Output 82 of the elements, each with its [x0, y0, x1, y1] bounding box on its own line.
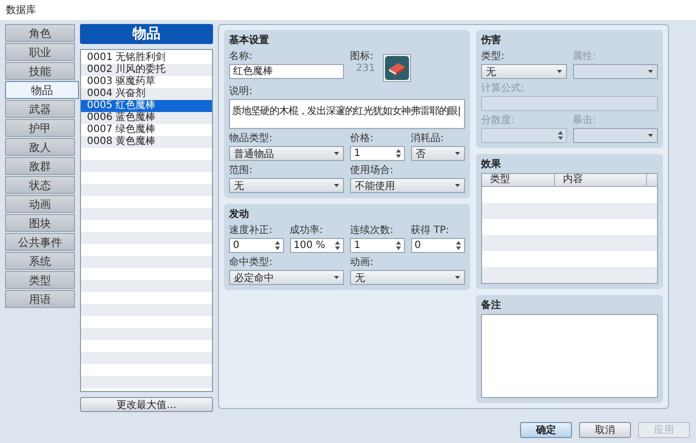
field-label: 使用场合: [350, 164, 394, 177]
category-tab[interactable]: 物品 [5, 81, 79, 99]
field-label: 类型: [481, 50, 504, 63]
spinner-arrows-icon [335, 241, 340, 250]
text-field[interactable]: 红色魔棒 [229, 64, 344, 79]
field-label: 成功率: [290, 224, 323, 237]
category-tab[interactable]: 敌人 [5, 138, 75, 156]
category-tab[interactable]: 图块 [5, 214, 75, 232]
field-label: 命中类型: [229, 256, 272, 269]
list-header: 物品 [80, 24, 213, 44]
group-title: 效果 [481, 158, 501, 171]
group-title: 伤害 [481, 33, 501, 47]
dropdown[interactable]: 否 [410, 146, 465, 161]
spinner-arrows-icon [456, 241, 461, 250]
category-tab[interactable]: 武器 [5, 100, 75, 118]
book-icon [385, 56, 410, 80]
field-label: 属性: [572, 50, 596, 63]
list-item[interactable]: 0004 兴奋剂 [81, 88, 212, 100]
group-title: 发动 [229, 208, 249, 221]
category-tab[interactable]: 护甲 [5, 119, 75, 137]
field-label: 动画: [350, 256, 374, 269]
category-tab[interactable]: 系统 [5, 252, 75, 270]
field-label: 速度补正: [229, 224, 272, 237]
field-label: 范围: [229, 164, 252, 177]
note-field[interactable] [481, 314, 658, 398]
caret-icon [334, 152, 339, 155]
field-label: 图标: [350, 50, 374, 63]
field-label: 价格: [350, 132, 374, 145]
field-label: 分散度: [481, 114, 514, 127]
caret-icon [455, 184, 460, 187]
spinner-arrows-icon [274, 241, 280, 250]
dropdown[interactable]: 无 [350, 270, 465, 285]
category-tab[interactable]: 状态 [5, 176, 75, 194]
number-spinner[interactable]: 100 % [290, 238, 344, 253]
list-item[interactable]: 0005 红色魔棒 [81, 100, 212, 112]
dropdown[interactable]: 无 [481, 64, 566, 79]
list-item[interactable]: 0002 川风的委托 [81, 64, 212, 76]
field-label: 说明: [229, 85, 252, 98]
caret-icon [334, 276, 339, 279]
field-label: 计算公式: [481, 82, 524, 95]
group-title: 备注 [481, 298, 501, 312]
group-title: 基本设置 [229, 34, 269, 47]
caret-icon [648, 134, 653, 137]
category-tab[interactable]: 动画 [5, 195, 75, 213]
number-spinner[interactable]: 0 [229, 238, 284, 253]
category-tab[interactable]: 技能 [5, 62, 75, 80]
category-tab[interactable]: 用语 [5, 290, 75, 308]
number-spinner[interactable]: 1 [350, 146, 404, 161]
field-label: 消耗品: [410, 132, 444, 145]
icon-button[interactable] [383, 54, 412, 82]
list-item[interactable]: 0008 黄色魔棒 [81, 136, 212, 148]
number-spinner[interactable]: 1 [350, 238, 404, 253]
field-label: 连续次数: [350, 224, 394, 237]
spinner-arrows-icon [558, 131, 562, 140]
field-label: 物品类型: [229, 132, 272, 145]
description-field[interactable]: 质地坚硬的木棍，发出深邃的红光犹如女神弗雷耶的眼| [229, 99, 465, 129]
dropdown[interactable]: 必定命中 [229, 270, 344, 285]
dialog-button[interactable]: 确定 [520, 422, 572, 438]
caret-icon [455, 152, 460, 155]
dropdown[interactable]: 无 [229, 178, 344, 193]
dropdown[interactable]: 普通物品 [229, 146, 344, 161]
list-item[interactable]: 0006 蓝色魔棒 [81, 112, 212, 124]
dropdown[interactable]: 不能使用 [350, 178, 465, 193]
number-spinner[interactable]: 0 [410, 238, 465, 253]
field-label: 暴击: [572, 114, 596, 127]
change-max-button[interactable]: 更改最大值... [80, 397, 213, 412]
spinner-arrows-icon [396, 241, 400, 250]
window-title: 数据库 [6, 4, 36, 17]
caret-icon [334, 184, 339, 187]
category-tab[interactable]: 公共事件 [5, 233, 75, 251]
category-tab[interactable]: 角色 [5, 24, 75, 42]
spinner-arrows-icon [396, 149, 400, 158]
caret-icon [556, 70, 562, 73]
caret-icon [455, 276, 460, 279]
caret-icon [648, 70, 653, 73]
dialog-button[interactable]: 取消 [579, 422, 631, 438]
icon-index: 231 [356, 62, 376, 74]
category-tab[interactable]: 类型 [5, 271, 75, 289]
field-label: 名称: [229, 50, 252, 63]
field-label: 获得 TP: [410, 224, 450, 237]
category-tab[interactable]: 敌群 [5, 157, 75, 175]
category-tab[interactable]: 职业 [5, 43, 75, 61]
